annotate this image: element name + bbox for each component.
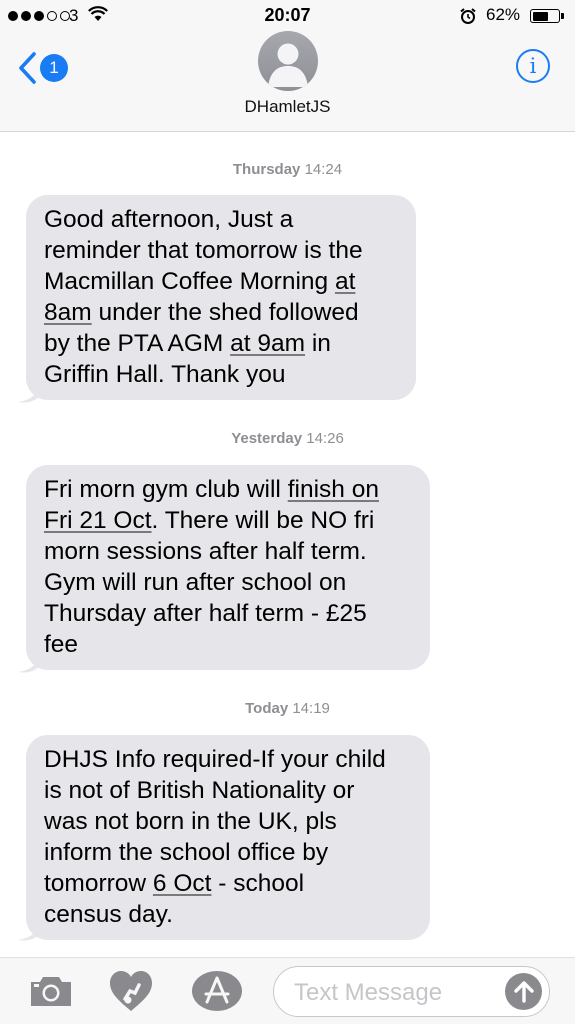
text-message-placeholder: Text Message (294, 979, 443, 1006)
message-bubble[interactable]: Fri morn gym club will finish on Fri 21 … (26, 465, 430, 670)
send-arrow-icon[interactable] (505, 973, 542, 1010)
detected-time-link[interactable]: at 9am (230, 330, 305, 357)
timestamp-time: 14:24 (304, 161, 343, 178)
digital-touch-icon[interactable] (108, 969, 154, 1013)
message-line: Fri 21 Oct. There will be NO fri (44, 507, 375, 534)
message-line: Thursday after half term - £25 (44, 600, 367, 627)
person-silhouette-icon (268, 43, 308, 87)
app-store-icon[interactable] (191, 970, 243, 1012)
message-line: was not born in the UK, pls (44, 808, 337, 835)
detected-date-link[interactable]: Fri 21 Oct (44, 507, 152, 534)
unread-count-badge[interactable]: 1 (40, 54, 68, 82)
message-bubble[interactable]: DHJS Info required-If your child is not … (26, 735, 430, 940)
message-line: 8am under the shed followed (44, 299, 359, 326)
timestamp-day: Yesterday (231, 430, 303, 447)
message-line: reminder that tomorrow is the (44, 237, 363, 264)
detected-date-link[interactable]: 6 Oct (153, 870, 212, 897)
message-line: Gym will run after school on (44, 569, 347, 596)
battery-icon (530, 9, 560, 23)
message-timestamp: Today 14:19 (0, 700, 575, 717)
message-timestamp: Thursday 14:24 (0, 161, 575, 178)
contact-name[interactable]: DHamletJS (0, 97, 575, 117)
message-line: Griffin Hall. Thank you (44, 361, 286, 388)
battery-percentage: 62% (486, 5, 521, 24)
detected-date-link[interactable]: finish on (288, 476, 379, 503)
detected-time-link[interactable]: 8am (44, 299, 92, 326)
message-line: Fri morn gym club will finish on (44, 476, 379, 503)
info-icon[interactable]: i (516, 49, 550, 83)
timestamp-time: 14:26 (306, 430, 344, 447)
detected-time-link[interactable]: at (335, 268, 355, 295)
message-line: is not of British Nationality or (44, 777, 355, 804)
conversation-header: 3 20:07 62% 1 DHamletJS i (0, 0, 575, 132)
message-line: inform the school office by (44, 839, 329, 866)
message-line: Macmillan Coffee Morning at (44, 268, 356, 295)
compose-bar: Text Message (0, 957, 575, 1024)
alarm-icon (460, 8, 476, 24)
camera-icon[interactable] (28, 973, 74, 1009)
contact-avatar-icon[interactable] (258, 31, 318, 91)
message-line: Good afternoon, Just a (44, 206, 294, 233)
battery-level (532, 11, 548, 21)
message-line: census day. (44, 901, 173, 928)
message-line: tomorrow 6 Oct - school (44, 870, 305, 897)
message-bubble[interactable]: Good afternoon, Just a reminder that tom… (26, 195, 416, 400)
message-timestamp: Yesterday 14:26 (0, 430, 575, 447)
message-line: fee (44, 631, 79, 658)
message-line: DHJS Info required-If your child (44, 746, 386, 773)
message-line: by the PTA AGM at 9am in (44, 330, 331, 357)
timestamp-time: 14:19 (292, 700, 330, 717)
timestamp-day: Thursday (232, 161, 301, 178)
timestamp-day: Today (245, 700, 289, 717)
battery-tip (561, 13, 564, 19)
up-arrow-icon (513, 980, 534, 1003)
status-bar: 3 20:07 62% (0, 0, 575, 32)
message-line: morn sessions after half term. (44, 538, 367, 565)
text-message-input[interactable]: Text Message (273, 966, 550, 1017)
